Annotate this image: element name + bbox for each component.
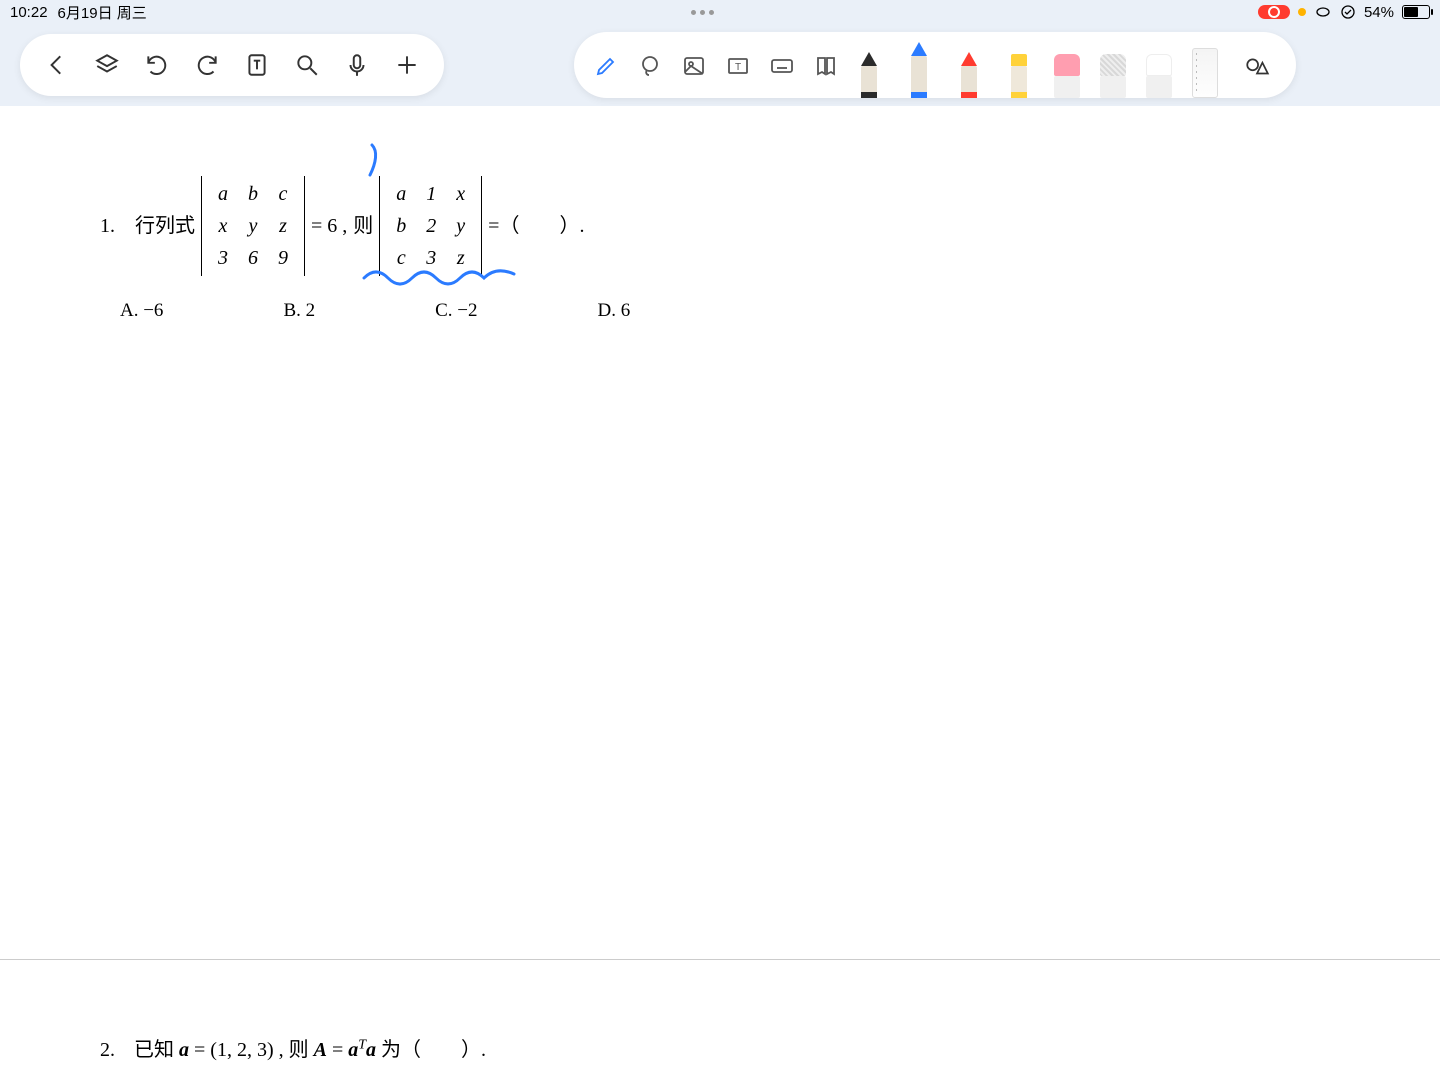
q1-determinant-2: a1x b2y c3z: [379, 176, 482, 276]
mic-indicator-dot: [1298, 8, 1306, 16]
drawing-pill: T: [574, 32, 1296, 98]
pen-red[interactable]: [954, 44, 984, 98]
pen-tray: [854, 32, 1218, 98]
q2-mat: A: [314, 1039, 327, 1061]
q2-suffix: 为（ ）.: [381, 1039, 486, 1061]
page-divider: [0, 959, 1440, 960]
q2-eq: =: [327, 1039, 348, 1061]
q1-option-c: C. −2: [435, 298, 477, 325]
q1-label: 行列式: [135, 212, 195, 240]
note-canvas[interactable]: 1. 行列式 abc xyz 369 = 6 , 则 a1x b2y c3z =…: [0, 106, 1440, 1080]
highlighter-yellow[interactable]: [1004, 44, 1034, 98]
q2-prefix: 已知: [134, 1039, 179, 1061]
pen-blue[interactable]: [904, 32, 934, 98]
q1-then: 则: [353, 212, 373, 240]
textbox-button[interactable]: T: [724, 52, 752, 80]
status-bar: 10:22 6月19日 周三 54%: [0, 0, 1440, 24]
q2-then: 则: [289, 1039, 314, 1061]
bookmark-button[interactable]: [812, 52, 840, 80]
q2-vec: a: [179, 1039, 189, 1061]
q1-eq1: = 6 ,: [311, 212, 347, 240]
screen-record-pill[interactable]: [1258, 5, 1290, 19]
q1-option-d: D. 6: [598, 298, 631, 325]
q2-number: 2.: [100, 1039, 115, 1061]
mic-button[interactable]: [342, 50, 372, 80]
q1-determinant-1: abc xyz 369: [201, 176, 305, 276]
svg-text:T: T: [735, 62, 741, 73]
back-button[interactable]: [42, 50, 72, 80]
orientation-lock-icon: [1314, 5, 1332, 19]
ruler-tool[interactable]: [1192, 48, 1218, 98]
page-settings-button[interactable]: [242, 50, 272, 80]
q1-option-a: A. −6: [120, 298, 163, 325]
pen-black[interactable]: [854, 44, 884, 98]
q1-number: 1.: [100, 212, 115, 240]
status-date: 6月19日 周三: [58, 2, 147, 23]
multitask-dots[interactable]: [691, 10, 714, 15]
keyboard-button[interactable]: [768, 52, 796, 80]
image-button[interactable]: [680, 52, 708, 80]
lasso-button[interactable]: [636, 52, 664, 80]
q2-a1: a: [348, 1039, 358, 1061]
undo-button[interactable]: [142, 50, 172, 80]
q2-sup: T: [358, 1037, 366, 1052]
question-2: 2. 已知 a = (1, 2, 3) , 则 A = aTa 为（ ）.: [100, 1033, 486, 1062]
question-1: 1. 行列式 abc xyz 369 = 6 , 则 a1x b2y c3z =…: [100, 176, 630, 325]
q2-a2: a: [366, 1039, 376, 1061]
eraser-white[interactable]: [1146, 48, 1172, 98]
layers-button[interactable]: [92, 50, 122, 80]
ink-stroke-1: [360, 141, 390, 181]
pen-mode-button[interactable]: [592, 52, 620, 80]
toolbar: T: [0, 24, 1440, 106]
q1-option-b: B. 2: [283, 298, 315, 325]
redo-button[interactable]: [192, 50, 222, 80]
status-time: 10:22: [10, 4, 48, 21]
q1-options: A. −6 B. 2 C. −2 D. 6: [120, 298, 630, 325]
q2-value: = (1, 2, 3) ,: [189, 1039, 284, 1061]
eraser-pink[interactable]: [1054, 48, 1080, 98]
search-button[interactable]: [292, 50, 322, 80]
nav-pill: [20, 34, 444, 96]
battery-icon: [1402, 5, 1430, 19]
battery-percent: 54%: [1364, 4, 1394, 21]
q1-eq2: =（ ）.: [488, 212, 584, 240]
smudge-tool[interactable]: [1100, 48, 1126, 98]
add-button[interactable]: [392, 50, 422, 80]
sync-icon: [1340, 4, 1356, 20]
shapes-button[interactable]: [1240, 50, 1274, 84]
